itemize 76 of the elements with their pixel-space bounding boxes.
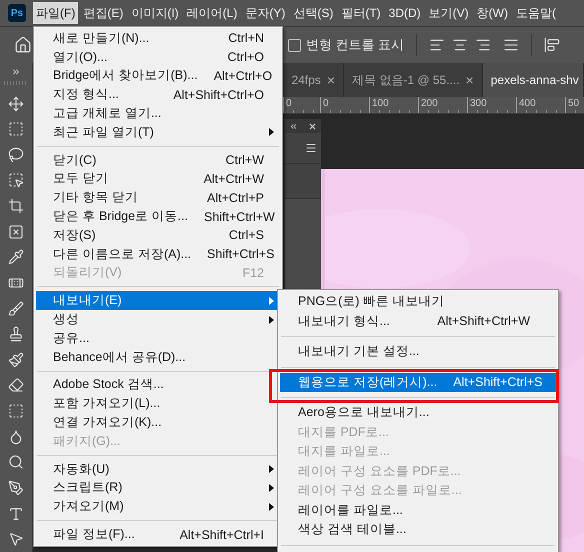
ruler-label: 300	[469, 97, 487, 111]
ruler-label: 100	[371, 97, 389, 111]
menu-item[interactable]: 지정 형식... Alt+Shift+Ctrl+O	[36, 85, 280, 104]
checkbox[interactable]	[288, 38, 301, 52]
align-top-icon[interactable]	[544, 37, 560, 53]
document-tab[interactable]: pexels-anna-shv	[482, 63, 584, 97]
menu-item[interactable]: 닫은 후 Bridge로 이동... Shift+Ctrl+W	[36, 207, 280, 226]
marquee-icon[interactable]	[8, 121, 24, 138]
menu-item[interactable]: 스크립트(R)	[36, 478, 280, 498]
checkbox-label: 변형 컨트롤 표시	[306, 36, 404, 54]
app-logo: Ps	[8, 4, 26, 22]
menu-item[interactable]: 파일 정보(F)... Alt+Shift+Ctrl+I	[36, 525, 280, 544]
selection-icon[interactable]	[8, 172, 24, 188]
align-right-icon[interactable]	[475, 37, 492, 53]
menu-item[interactable]: 색상 검색 테이블...	[280, 520, 556, 540]
menu-item[interactable]: 생성	[36, 310, 280, 329]
align-justify-icon[interactable]	[503, 37, 520, 53]
menu-item[interactable]: 닫기(C) Ctrl+W	[36, 150, 280, 170]
menu-item[interactable]: 기타 항목 닫기 Alt+Ctrl+P	[36, 188, 280, 208]
ruler-label: 400	[518, 97, 536, 111]
align-left-icon[interactable]	[429, 37, 446, 53]
ruler-label: 0	[285, 97, 292, 111]
move-icon[interactable]	[8, 96, 24, 112]
menu-item[interactable]: 최근 파일 열기(T)	[36, 122, 280, 142]
menu-item[interactable]: 다른 이름으로 저장(A)... Shift+Ctrl+S	[36, 244, 280, 264]
menu-bar-item[interactable]: 레이어(L)	[184, 2, 240, 24]
menu-item[interactable]: 모두 닫기 Alt+Ctrl+W	[36, 170, 280, 188]
menu-item[interactable]: 내보내기 형식... Alt+Shift+Ctrl+W	[280, 312, 556, 331]
menu-item[interactable]: 공유...	[36, 328, 280, 348]
menu-bar-item[interactable]: 보기(V)	[426, 2, 472, 24]
ruler-label: 0	[322, 97, 329, 111]
frame-icon[interactable]	[8, 224, 24, 240]
droplet-icon[interactable]	[8, 428, 24, 445]
ruler-label: 200	[420, 97, 438, 111]
collapse-icon[interactable]	[289, 122, 298, 130]
brush-icon[interactable]	[8, 300, 24, 317]
align-center-icon[interactable]	[452, 37, 468, 53]
menu-item[interactable]: Behance에서 공유(D)...	[36, 348, 280, 367]
expand-icon[interactable]	[11, 67, 21, 77]
menu-item[interactable]: Bridge에서 찾아보기(B)... Alt+Ctrl+O	[36, 66, 280, 86]
menu-item[interactable]: 내보내기(E)	[36, 291, 280, 310]
menu-bar-item[interactable]: 3D(D)	[386, 2, 424, 24]
menu-bar-item[interactable]: 파일(F)	[33, 2, 78, 24]
menu-bar-item[interactable]: 도움말(	[512, 2, 559, 24]
pointer-icon[interactable]	[8, 531, 24, 548]
stamp-icon[interactable]	[8, 326, 24, 342]
menu-item[interactable]: 연결 가져오기(K)...	[36, 413, 280, 432]
menu-bar-item[interactable]: 필터(T)	[338, 2, 384, 24]
lasso-icon[interactable]	[8, 146, 24, 163]
menu-bar-item[interactable]: 편집(E)	[80, 2, 126, 24]
menu-bar-item[interactable]: 창(W)	[474, 2, 511, 24]
menu-bar-item[interactable]: 문자(Y)	[242, 2, 288, 24]
menu-item[interactable]: 웹용으로 저장(레거시)... Alt+Shift+Ctrl+S	[280, 372, 556, 392]
text-icon[interactable]	[8, 506, 24, 522]
menu-item[interactable]: PNG으(로) 빠른 내보내기	[280, 292, 556, 312]
crop-icon[interactable]	[8, 198, 24, 214]
menu-item[interactable]: 열기(O)... Ctrl+O	[36, 48, 280, 67]
menu-item[interactable]: 고급 개체로 열기...	[36, 104, 280, 123]
menu-item[interactable]: Aero용으로 내보내기...	[280, 403, 556, 422]
menu-item[interactable]: 자동화(U)	[36, 460, 280, 479]
home-icon[interactable]	[14, 36, 32, 54]
paintbrush-icon[interactable]	[8, 352, 24, 368]
magnifier-icon[interactable]	[8, 454, 24, 470]
close-icon[interactable]	[308, 122, 317, 130]
eraser-icon[interactable]	[8, 377, 24, 394]
ruler-label: 50	[567, 97, 580, 111]
menu-item[interactable]: 레이어를 파일로...	[280, 500, 556, 520]
menu-item[interactable]: 저장(S) Ctrl+S	[36, 226, 280, 245]
menu-bar-item[interactable]: 선택(S)	[290, 2, 336, 24]
menu-icon[interactable]	[305, 142, 317, 154]
menu-bar-item[interactable]: 이미지(I)	[128, 2, 182, 24]
menu-item[interactable]: 내보내기 기본 설정...	[280, 342, 556, 362]
eyedropper-icon[interactable]	[8, 249, 24, 266]
pen-icon[interactable]	[8, 480, 24, 496]
menu-item[interactable]: 가져오기(M)	[36, 497, 280, 516]
menu-item[interactable]: 새로 만들기(N)... Ctrl+N	[36, 29, 280, 48]
